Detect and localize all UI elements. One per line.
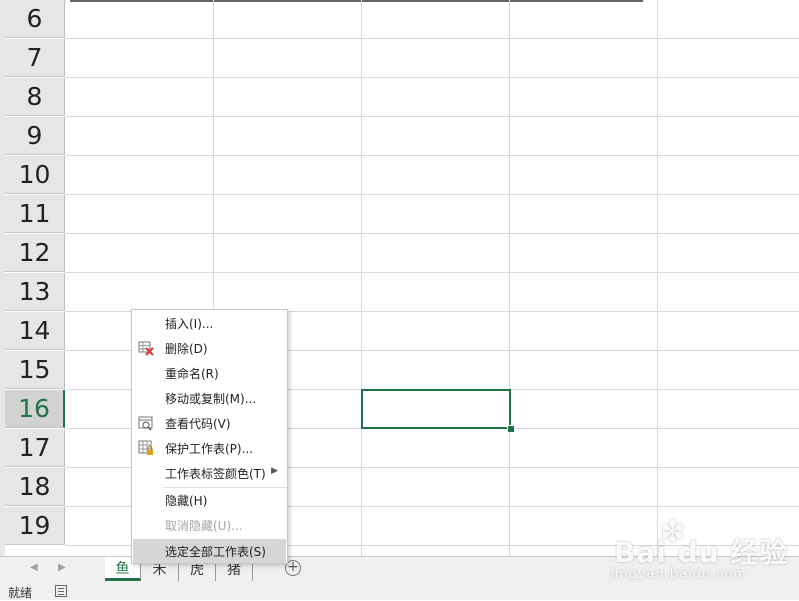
view-code-icon bbox=[138, 416, 153, 431]
menu-item-label: 移动或复制(M)... bbox=[165, 391, 257, 406]
row-gridline bbox=[65, 38, 799, 39]
grid-top-edge bbox=[70, 0, 643, 2]
menu-item-label: 取消隐藏(U)... bbox=[165, 518, 243, 533]
menu-item-tab-color[interactable]: 工作表标签颜色(T) ▶ bbox=[133, 461, 286, 485]
menu-item-insert[interactable]: 插入(I)... bbox=[133, 311, 286, 335]
selected-cell[interactable] bbox=[361, 389, 511, 429]
row-header-active[interactable]: 16 bbox=[5, 390, 65, 428]
menu-item-rename[interactable]: 重命名(R) bbox=[133, 361, 286, 385]
menu-item-label: 选定全部工作表(S) bbox=[165, 544, 266, 559]
menu-item-label: 查看代码(V) bbox=[165, 416, 231, 431]
row-gridline bbox=[65, 233, 799, 234]
row-gridline bbox=[65, 77, 799, 78]
row-header[interactable]: 18 bbox=[5, 468, 65, 506]
delete-sheet-icon bbox=[138, 341, 154, 356]
column-gridline bbox=[509, 0, 510, 556]
menu-item-hide[interactable]: 隐藏(H) bbox=[133, 488, 286, 512]
row-header[interactable]: 10 bbox=[5, 156, 65, 194]
column-gridline bbox=[361, 0, 362, 556]
row-header[interactable]: 9 bbox=[5, 117, 65, 155]
prev-sheet-arrow-icon[interactable]: ◀ bbox=[30, 562, 38, 573]
row-gridline bbox=[65, 116, 799, 117]
menu-item-label: 删除(D) bbox=[165, 341, 208, 356]
status-bar: 就绪 bbox=[0, 583, 799, 600]
column-gridline bbox=[657, 0, 658, 556]
menu-item-unhide: 取消隐藏(U)... bbox=[133, 513, 286, 537]
menu-item-label: 重命名(R) bbox=[165, 366, 219, 381]
sheet-tab-context-menu: 插入(I)... 删除(D) 重命名(R) 移动或复制(M)... 查看代码(V… bbox=[131, 309, 288, 564]
row-header[interactable]: 12 bbox=[5, 234, 65, 272]
menu-item-view-code[interactable]: 查看代码(V) bbox=[133, 411, 286, 435]
menu-item-label: 工作表标签颜色(T) bbox=[165, 466, 266, 481]
menu-item-label: 保护工作表(P)... bbox=[165, 441, 254, 456]
status-ready-label: 就绪 bbox=[8, 586, 33, 600]
menu-item-delete[interactable]: 删除(D) bbox=[133, 336, 286, 360]
row-header[interactable]: 11 bbox=[5, 195, 65, 233]
macro-record-icon[interactable] bbox=[55, 585, 67, 597]
menu-item-protect-sheet[interactable]: 保护工作表(P)... bbox=[133, 436, 286, 460]
menu-item-label: 隐藏(H) bbox=[165, 493, 208, 508]
row-header[interactable]: 19 bbox=[5, 507, 65, 545]
menu-item-move-copy[interactable]: 移动或复制(M)... bbox=[133, 386, 286, 410]
row-header[interactable]: 13 bbox=[5, 273, 65, 311]
row-header[interactable]: 17 bbox=[5, 429, 65, 467]
next-sheet-arrow-icon[interactable]: ▶ bbox=[58, 562, 66, 573]
row-gridline bbox=[65, 155, 799, 156]
spreadsheet-grid[interactable]: 6 7 8 9 10 11 12 13 14 15 16 17 18 19 bbox=[5, 0, 799, 556]
sheet-tab-bar: ◀ ▶ 鱼 禾 虎 猪 + bbox=[0, 556, 799, 583]
row-header[interactable]: 6 bbox=[5, 0, 65, 38]
row-gridline bbox=[65, 272, 799, 273]
row-header[interactable]: 14 bbox=[5, 312, 65, 350]
row-header[interactable]: 8 bbox=[5, 78, 65, 116]
menu-item-label: 插入(I)... bbox=[165, 316, 214, 331]
row-header[interactable]: 7 bbox=[5, 39, 65, 77]
row-header[interactable]: 15 bbox=[5, 351, 65, 389]
row-gridline bbox=[65, 194, 799, 195]
menu-item-select-all-sheets[interactable]: 选定全部工作表(S) bbox=[133, 539, 286, 563]
fill-handle[interactable] bbox=[507, 425, 515, 433]
protect-sheet-icon bbox=[138, 440, 153, 455]
submenu-arrow-icon: ▶ bbox=[271, 466, 278, 476]
